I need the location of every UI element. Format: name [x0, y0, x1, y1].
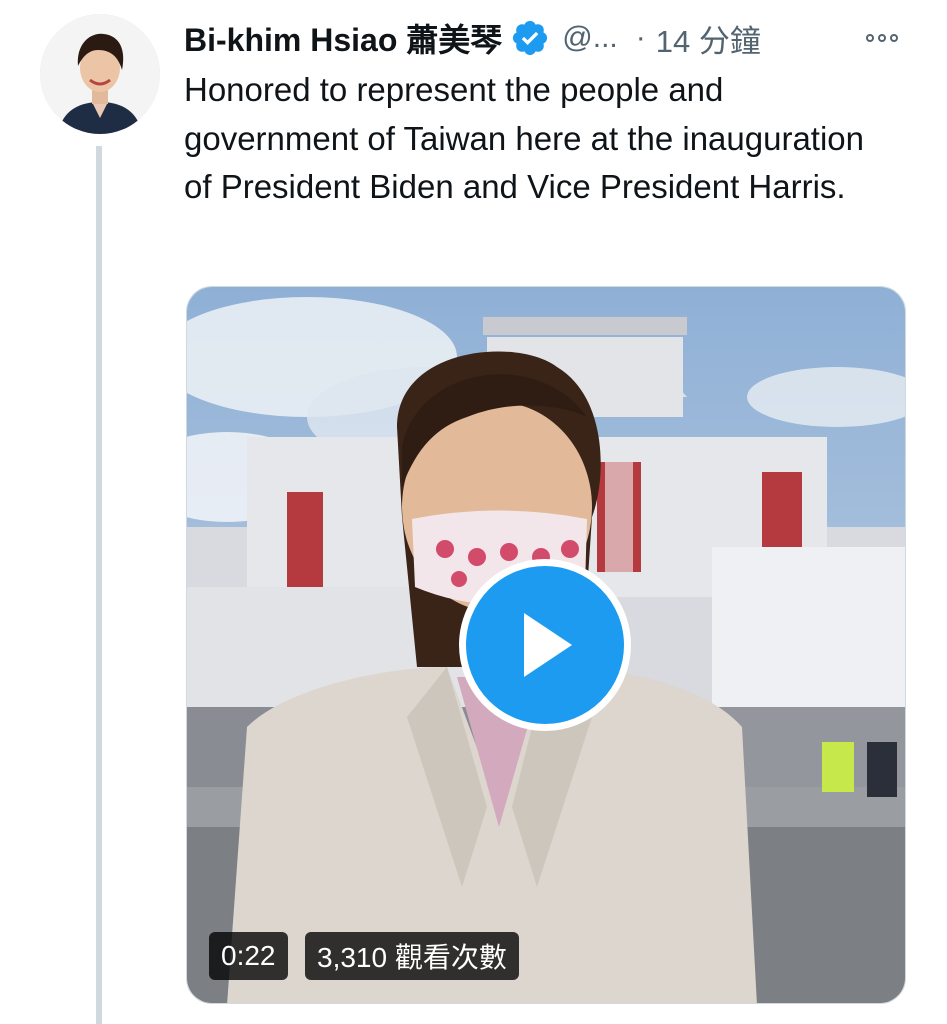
separator-dot: · — [635, 21, 646, 54]
tweet-header: Bi-khim Hsiao 蕭美琴 @... · 14 分鐘 — [184, 14, 907, 62]
handle[interactable]: @... — [562, 21, 617, 55]
video-duration-badge: 0:22 — [209, 932, 288, 980]
avatar-photo — [40, 14, 160, 134]
verified-badge-icon — [510, 18, 550, 58]
timestamp[interactable]: 14 分鐘 — [656, 16, 761, 61]
display-name[interactable]: Bi-khim Hsiao 蕭美琴 — [184, 15, 502, 61]
avatar[interactable] — [40, 14, 160, 134]
play-icon — [524, 613, 572, 677]
video-player[interactable]: 0:22 3,310 觀看次數 — [186, 286, 906, 1004]
thread-line — [96, 146, 102, 1024]
video-views-badge: 3,310 觀看次數 — [305, 932, 519, 980]
more-options-icon[interactable] — [857, 18, 907, 58]
play-button[interactable] — [459, 559, 631, 731]
tweet-text: Honored to represent the people and gove… — [184, 71, 865, 205]
